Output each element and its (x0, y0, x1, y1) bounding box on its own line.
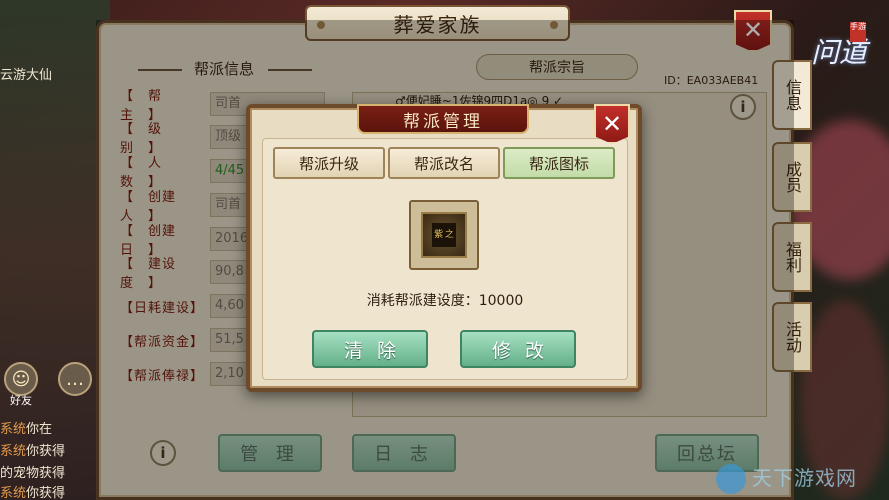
friend-label: 好友 (10, 394, 32, 407)
chat-line: 的宠物获得 (0, 466, 66, 481)
dialog-close-button[interactable]: ✕ (594, 104, 630, 144)
chat-line: 系统你获得 (0, 486, 66, 500)
dialog-title: 帮派管理 (357, 104, 529, 134)
chat-line: 系统你在 (0, 422, 53, 437)
chat-top-label: 云游大仙 (0, 68, 53, 83)
chat-bubble-icon[interactable]: … (58, 362, 92, 396)
clear-button[interactable]: 清除 (312, 330, 428, 368)
emblem-glyph: 紫 之 (432, 223, 456, 247)
tab-guild-upgrade[interactable]: 帮派升级 (273, 147, 385, 179)
modify-button[interactable]: 修改 (460, 330, 576, 368)
tab-guild-rename[interactable]: 帮派改名 (388, 147, 500, 179)
guild-emblem-icon: 紫 之 (421, 212, 467, 258)
watermark-logo-icon (716, 464, 746, 494)
friend-icon[interactable]: ☺ (4, 362, 38, 396)
logo-badge: 手游 (850, 22, 866, 42)
tab-guild-emblem[interactable]: 帮派图标 (503, 147, 615, 179)
chat-line: 系统你获得 (0, 444, 66, 459)
emblem-cost-text: 消耗帮派建设度：10000 (366, 293, 524, 309)
watermark-text: 天下游戏网 (752, 466, 857, 490)
emblem-frame[interactable]: 紫 之 (409, 200, 479, 270)
